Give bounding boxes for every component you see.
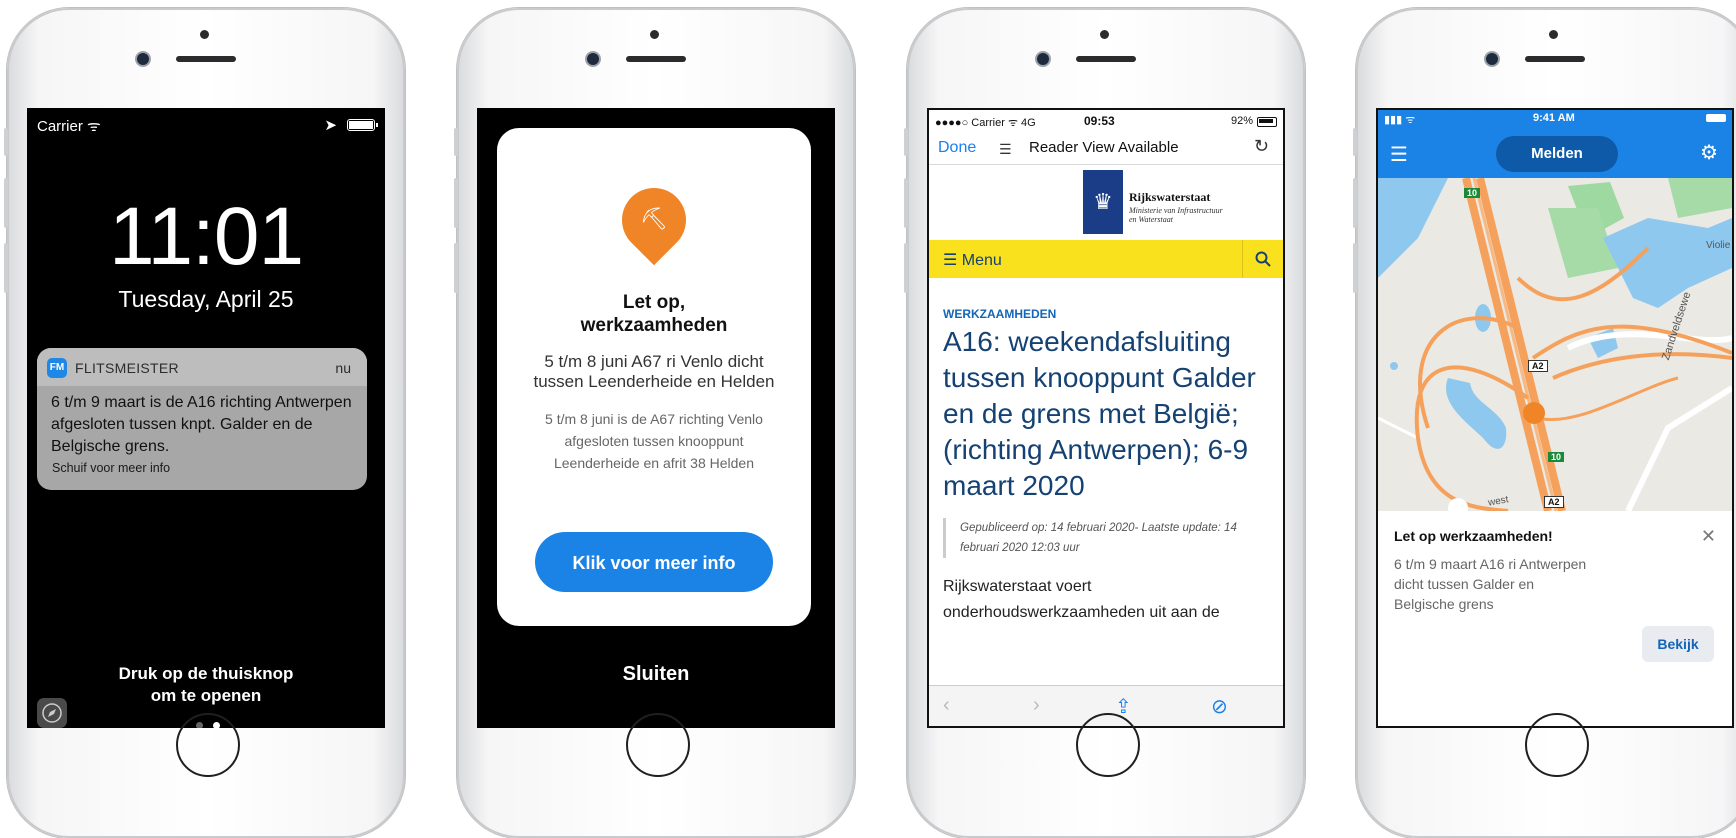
push-notification[interactable]: FM FLITSMEISTER nu 6 t/m 9 maart is de A… (37, 348, 367, 490)
close-button[interactable]: Sluiten (477, 663, 835, 686)
alert-subtitle: 5 t/m 8 juni A67 ri Venlo dicht tussen L… (533, 352, 775, 391)
street-label: Violie (1706, 240, 1731, 251)
home-button[interactable] (1076, 713, 1140, 777)
rijkswaterstaat-logo-icon: ♛ (1083, 170, 1123, 234)
signal-wifi-icon: ▮▮▮ ᯤ (1384, 114, 1416, 126)
app-nav-bar: ▮▮▮ ᯤ 9:41 AM ☰ Melden ⚙ (1378, 110, 1732, 178)
alert-body: 6 t/m 9 maart A16 ri Antwerpen dicht tus… (1394, 556, 1587, 612)
home-button[interactable] (626, 713, 690, 777)
alert-panel: Let op werkzaamheden! ✕ 6 t/m 9 maart A1… (1378, 512, 1732, 726)
app-map-screen: ▮▮▮ ᯤ 9:41 AM ☰ Melden ⚙ 10 10 A2 A2 Zan… (1376, 108, 1734, 728)
road-shield-10: 10 (1464, 188, 1481, 198)
lock-screen: Carrier ᯤ ➤ 11:01 Tuesday, April 25 FM F… (27, 108, 385, 728)
earpiece-speaker (1525, 56, 1585, 62)
melden-button[interactable]: Melden (1496, 136, 1618, 172)
alert-title: Let op werkzaamheden! (1394, 528, 1553, 544)
alert-card: ⛏ Let op, werkzaamheden 5 t/m 8 juni A67… (497, 128, 811, 626)
article-body: Rijkswaterstaat voert onderhoudswerkzaam… (943, 578, 1220, 621)
front-camera (587, 53, 599, 65)
gear-icon[interactable]: ⚙ (1700, 140, 1718, 165)
sensor-dot (1549, 30, 1558, 39)
phone-frame-2: ⛏ Let op, werkzaamheden 5 t/m 8 juni A67… (454, 8, 855, 838)
carrier-label: Carrier ᯤ (37, 118, 101, 135)
browser-screen: ●●●●○ Carrier ᯤ 4G 09:53 92% Done ☰ Read… (927, 108, 1285, 728)
sensor-dot (200, 30, 209, 39)
menu-button[interactable]: ☰ Menu (943, 250, 1002, 270)
road-shield-a2: A2 (1544, 496, 1564, 508)
close-icon[interactable]: ✕ (1701, 526, 1716, 547)
location-icon: ➤ (324, 117, 337, 134)
bekijk-button[interactable]: Bekijk (1642, 626, 1714, 662)
article-published: Gepubliceerd op: 14 februari 2020- Laats… (943, 518, 1273, 558)
notification-time: nu (335, 360, 351, 376)
home-button[interactable] (1525, 713, 1589, 777)
more-info-button[interactable]: Klik voor meer info (535, 532, 773, 592)
article-headline: A16: weekendafsluiting tussen knooppunt … (943, 326, 1256, 501)
hamburger-icon: ☰ (943, 252, 958, 269)
notification-header: FM FLITSMEISTER nu (37, 348, 367, 386)
site-menu-bar: ☰ Menu (929, 240, 1283, 278)
lock-date: Tuesday, April 25 (118, 286, 294, 312)
hamburger-menu-icon[interactable]: ☰ (1390, 142, 1408, 167)
reload-icon[interactable]: ↻ (1254, 136, 1269, 157)
lock-time: 11:01 (108, 191, 304, 282)
sensor-dot (650, 30, 659, 39)
logo-subtitle: Ministerie van Infrastructuur en Waterst… (1129, 206, 1223, 224)
sensor-dot (1100, 30, 1109, 39)
earpiece-speaker (176, 56, 236, 62)
battery-percent: 92% (1230, 115, 1253, 127)
notification-app-name: FLITSMEISTER (75, 360, 179, 376)
status-bar: Carrier ᯤ ➤ (37, 116, 378, 136)
wifi-icon: ᯤ (87, 118, 101, 135)
notification-message: 6 t/m 9 maart is de A16 richting Antwerp… (51, 394, 352, 455)
map-view[interactable]: 10 10 A2 A2 Zandveldsewe Violie west (1378, 178, 1732, 511)
road-shield-a2: A2 (1528, 360, 1548, 372)
front-camera (1037, 53, 1049, 65)
alert-body: 5 t/m 8 juni is de A67 richting Venlo af… (545, 411, 763, 471)
alert-title: Let op, werkzaamheden (580, 292, 728, 336)
front-camera (137, 53, 149, 65)
phone-frame-1: Carrier ᯤ ➤ 11:01 Tuesday, April 25 FM F… (4, 8, 405, 838)
status-bar: ●●●●○ Carrier ᯤ 4G 09:53 92% (929, 110, 1283, 132)
unlock-hint: Druk op de thuisknop om te openen (118, 664, 294, 705)
status-time: 9:41 AM (1533, 112, 1575, 124)
forward-icon[interactable]: › (1033, 694, 1040, 717)
battery-icon (1706, 114, 1726, 122)
camera-shortcut-icon[interactable] (37, 698, 67, 728)
search-icon[interactable] (1242, 240, 1283, 278)
logo-name: Rijkswaterstaat (1129, 190, 1211, 204)
phone-frame-3: ●●●●○ Carrier ᯤ 4G 09:53 92% Done ☰ Read… (904, 8, 1305, 838)
flitsmeister-app-icon: FM (47, 358, 67, 378)
reader-view-icon[interactable]: ☰ (999, 141, 1013, 158)
browser-url-bar: Done ☰ Reader View Available ↻ (929, 132, 1283, 165)
back-icon[interactable]: ‹ (943, 694, 950, 717)
reader-view-label[interactable]: Reader View Available (1029, 139, 1179, 156)
front-camera (1486, 53, 1498, 65)
battery-icon (347, 119, 378, 131)
earpiece-speaker (626, 56, 686, 62)
phone-frame-4: ▮▮▮ ᯤ 9:41 AM ☰ Melden ⚙ 10 10 A2 A2 Zan… (1353, 8, 1736, 838)
done-button[interactable]: Done (938, 139, 976, 157)
notification-hint: Schuif voor meer info (52, 461, 171, 475)
battery-icon (1257, 117, 1277, 127)
home-button[interactable] (176, 713, 240, 777)
road-shield-10: 10 (1548, 452, 1565, 462)
earpiece-speaker (1076, 56, 1136, 62)
popup-screen: ⛏ Let op, werkzaamheden 5 t/m 8 juni A67… (477, 108, 835, 728)
compass-icon[interactable]: ⊘ (1211, 694, 1228, 719)
status-time: 09:53 (1084, 114, 1115, 128)
article-kicker: WERKZAAMHEDEN (943, 307, 1057, 321)
carrier-label: ●●●●○ Carrier ᯤ 4G (935, 117, 1036, 129)
roadworks-worker-icon: ⛏ (640, 206, 668, 231)
